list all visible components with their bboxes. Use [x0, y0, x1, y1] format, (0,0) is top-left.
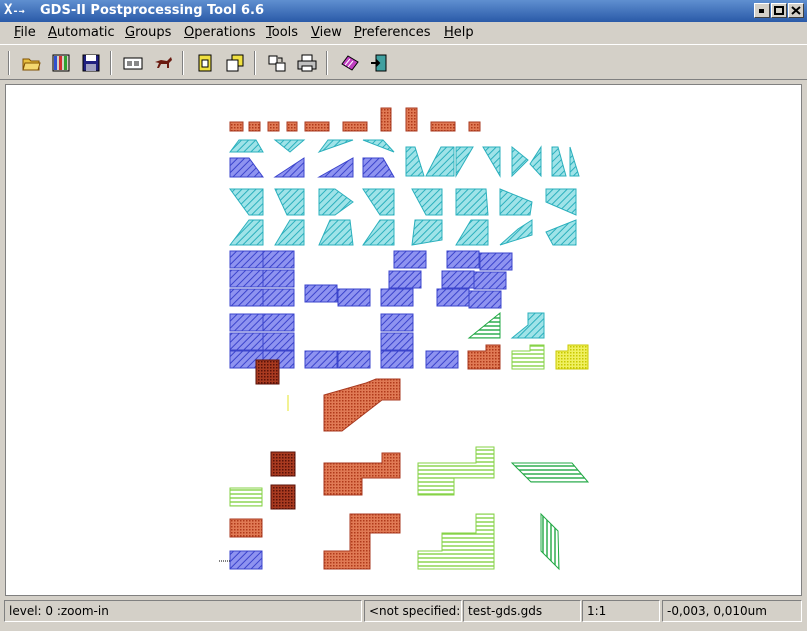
menu-bar: File Automatic Groups Operations Tools V… — [0, 22, 807, 43]
running-horse-icon[interactable] — [152, 52, 174, 74]
brown-small-rects — [229, 107, 481, 132]
paste-yellow-icon[interactable] — [194, 52, 216, 74]
layer-bars-icon[interactable] — [50, 52, 72, 74]
film-strip-icon[interactable] — [122, 52, 144, 74]
bottom-structures — [219, 446, 590, 571]
save-disk-icon[interactable] — [80, 52, 102, 74]
status-scale: 1:1 — [582, 600, 660, 622]
menu-file[interactable]: File — [14, 25, 36, 40]
x-logo-icon: X-→ — [4, 2, 25, 18]
maximize-button[interactable] — [771, 3, 787, 18]
toolbar-separator — [326, 51, 328, 75]
title-bar: X-→ GDS-II Postprocessing Tool 6.6 — [0, 0, 807, 22]
copy-yellow-icon[interactable] — [224, 52, 246, 74]
hatch-pattern-icon[interactable] — [338, 52, 360, 74]
menu-operations[interactable]: Operations — [184, 25, 255, 40]
gds-layout-view[interactable] — [6, 85, 801, 595]
close-button[interactable] — [788, 3, 804, 18]
menu-help[interactable]: Help — [444, 25, 474, 40]
green-triangles — [467, 311, 589, 370]
blue-rect-arrays — [229, 250, 513, 369]
window-title: GDS-II Postprocessing Tool 6.6 — [40, 3, 265, 18]
layout-canvas[interactable] — [5, 84, 802, 596]
print-icon[interactable] — [296, 52, 318, 74]
trapezoid-shapes — [229, 139, 580, 178]
menu-tools[interactable]: Tools — [266, 25, 298, 40]
menu-preferences[interactable]: Preferences — [354, 25, 430, 40]
status-coordinates: -0,003, 0,010um — [662, 600, 802, 622]
open-folder-icon[interactable] — [20, 52, 42, 74]
exit-icon[interactable] — [368, 52, 390, 74]
toolbar-separator — [254, 51, 256, 75]
toolbar-separator — [182, 51, 184, 75]
toolbar-separator — [8, 51, 10, 75]
toolbar — [0, 44, 807, 80]
toolbar-separator — [110, 51, 112, 75]
minimize-button[interactable] — [754, 3, 770, 18]
menu-view[interactable]: View — [311, 25, 342, 40]
status-file: test-gds.gds — [463, 600, 581, 622]
transform-icon[interactable] — [266, 52, 288, 74]
menu-automatic[interactable]: Automatic — [48, 25, 115, 40]
mid-structures — [255, 359, 401, 432]
status-level: level: 0 :zoom-in — [4, 600, 362, 622]
menu-groups[interactable]: Groups — [125, 25, 171, 40]
status-specifier: <not specified: — [364, 600, 462, 622]
status-bar: level: 0 :zoom-in <not specified: test-g… — [0, 598, 807, 631]
